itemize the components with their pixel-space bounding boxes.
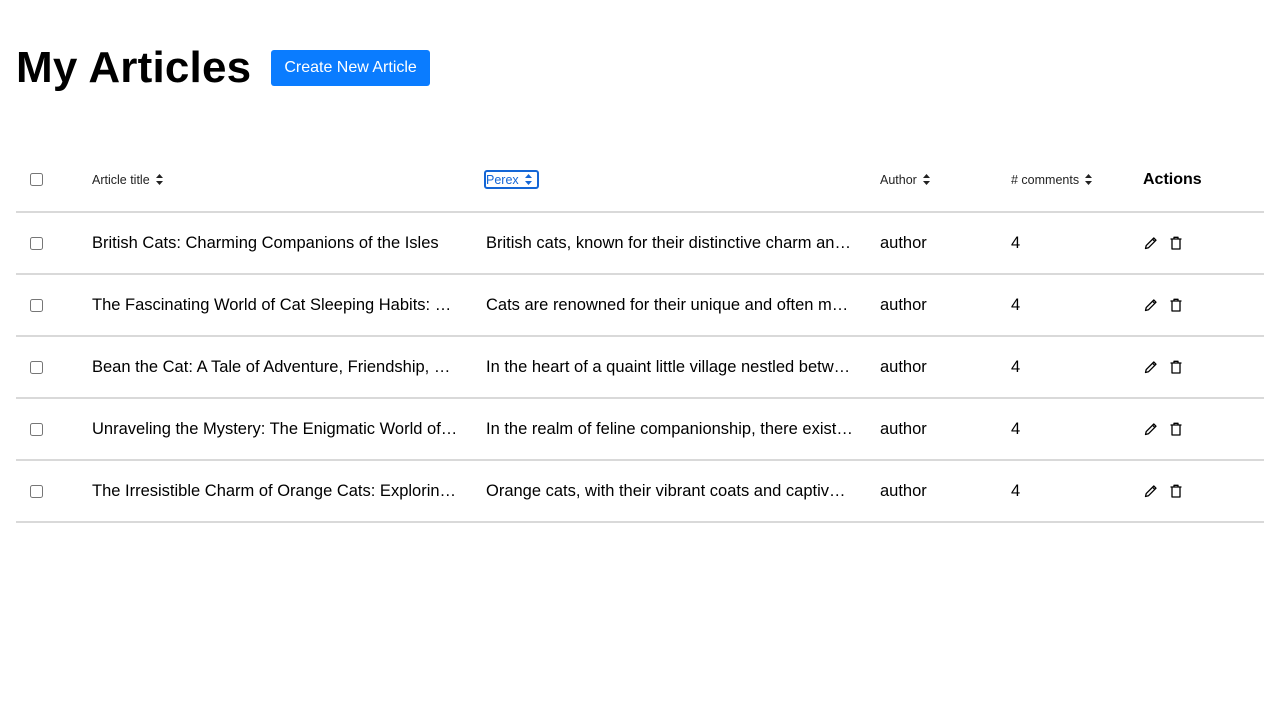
table-row: The Irresistible Charm of Orange Cats: E… — [16, 460, 1264, 522]
article-comments-cell: 4 — [1011, 295, 1021, 314]
row-select-cell — [16, 460, 92, 522]
page-header: My Articles Create New Article — [16, 38, 430, 98]
article-author-cell: author — [880, 357, 927, 376]
article-title-cell: The Fascinating World of Cat Sleeping Ha… — [92, 295, 452, 314]
article-author-cell: author — [880, 295, 927, 314]
sort-by-author-button[interactable]: Author — [878, 170, 938, 189]
article-author-cell: author — [880, 419, 927, 438]
row-select-checkbox[interactable] — [30, 484, 43, 498]
articles-table: Article title Perex Author # comments Ac… — [16, 148, 1264, 523]
pencil-icon[interactable] — [1143, 235, 1159, 251]
page-title: My Articles — [16, 43, 252, 92]
column-comments-label: # comments — [1011, 172, 1080, 187]
column-perex-header: Perex — [484, 148, 880, 212]
table-body: British Cats: Charming Companions of the… — [16, 212, 1264, 522]
trash-icon[interactable] — [1168, 483, 1184, 499]
table-row: Bean the Cat: A Tale of Adventure, Frien… — [16, 336, 1264, 398]
sort-icon — [524, 174, 532, 185]
sort-icon — [155, 174, 163, 185]
pencil-icon[interactable] — [1143, 483, 1159, 499]
pencil-icon[interactable] — [1143, 359, 1159, 375]
article-perex-cell: In the realm of feline companionship, th… — [486, 419, 853, 438]
article-actions-cell — [1143, 460, 1264, 522]
table-header: Article title Perex Author # comments Ac… — [16, 148, 1264, 212]
trash-icon[interactable] — [1168, 421, 1184, 437]
row-select-cell — [16, 398, 92, 460]
column-author-label: Author — [880, 172, 917, 187]
article-comments-cell: 4 — [1011, 233, 1021, 252]
column-actions-label: Actions — [1143, 170, 1202, 188]
create-new-article-button[interactable]: Create New Article — [271, 50, 430, 86]
column-author-header: Author — [880, 148, 1011, 212]
article-actions-cell — [1143, 274, 1264, 336]
article-title-cell: Bean the Cat: A Tale of Adventure, Frien… — [92, 357, 451, 376]
row-select-checkbox[interactable] — [30, 360, 43, 374]
pencil-icon[interactable] — [1143, 421, 1159, 437]
sort-by-perex-button[interactable]: Perex — [484, 170, 539, 189]
row-select-cell — [16, 336, 92, 398]
column-actions-header: Actions — [1143, 148, 1264, 212]
article-perex-cell: Orange cats, with their vibrant coats an… — [486, 481, 846, 500]
article-comments-cell: 4 — [1011, 357, 1021, 376]
trash-icon[interactable] — [1168, 235, 1184, 251]
table-row: The Fascinating World of Cat Sleeping Ha… — [16, 274, 1264, 336]
column-title-label: Article title — [92, 172, 150, 187]
table-header-row: Article title Perex Author # comments Ac… — [16, 148, 1264, 212]
column-title-header: Article title — [92, 148, 486, 212]
column-perex-label: Perex — [486, 172, 519, 187]
row-select-checkbox[interactable] — [30, 298, 43, 312]
article-actions-cell — [1143, 212, 1264, 274]
sort-icon — [922, 174, 930, 185]
article-title-cell: British Cats: Charming Companions of the… — [92, 233, 439, 252]
article-comments-cell: 4 — [1011, 419, 1021, 438]
article-perex-cell: In the heart of a quaint little village … — [486, 357, 851, 376]
table-row: British Cats: Charming Companions of the… — [16, 212, 1264, 274]
row-select-checkbox[interactable] — [30, 236, 43, 250]
select-all-checkbox[interactable] — [30, 173, 43, 186]
article-author-cell: author — [880, 233, 927, 252]
row-select-cell — [16, 212, 92, 274]
row-select-checkbox[interactable] — [30, 422, 43, 436]
article-actions-cell — [1143, 336, 1264, 398]
article-comments-cell: 4 — [1011, 481, 1021, 500]
article-perex-cell: British cats, known for their distinctiv… — [486, 233, 851, 252]
table-row: Unraveling the Mystery: The Enigmatic Wo… — [16, 398, 1264, 460]
articles-page: My Articles Create New Article Article t… — [0, 0, 1280, 720]
sort-icon — [1085, 174, 1093, 185]
article-author-cell: author — [880, 481, 927, 500]
trash-icon[interactable] — [1168, 297, 1184, 313]
article-perex-cell: Cats are renowned for their unique and o… — [486, 295, 849, 314]
sort-by-comments-button[interactable]: # comments — [1009, 170, 1100, 189]
trash-icon[interactable] — [1168, 359, 1184, 375]
pencil-icon[interactable] — [1143, 297, 1159, 313]
article-title-cell: The Irresistible Charm of Orange Cats: E… — [92, 481, 457, 500]
row-select-cell — [16, 274, 92, 336]
select-all-cell — [16, 148, 92, 212]
column-comments-header: # comments — [1011, 148, 1143, 212]
article-actions-cell — [1143, 398, 1264, 460]
article-title-cell: Unraveling the Mystery: The Enigmatic Wo… — [92, 419, 458, 438]
sort-by-title-button[interactable]: Article title — [90, 170, 171, 189]
